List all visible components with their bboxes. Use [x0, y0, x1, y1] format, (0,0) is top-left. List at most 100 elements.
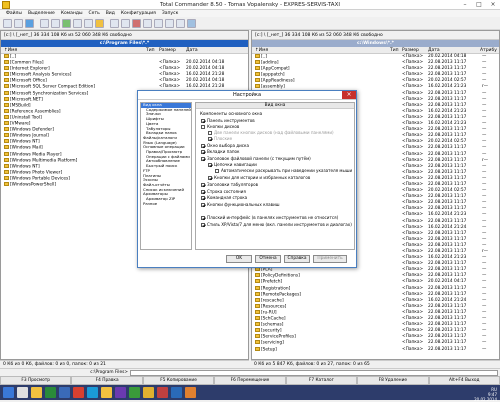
checkbox-icon[interactable]	[201, 144, 205, 148]
fkey-button[interactable]: F3 Просмотр	[0, 376, 72, 385]
checkbox-icon[interactable]	[215, 169, 219, 173]
col-name[interactable]: ↑Имя	[4, 47, 17, 54]
option-checkbox[interactable]: Строка состояния	[201, 189, 246, 194]
taskbar-app-icon[interactable]	[157, 387, 168, 398]
maximize-button[interactable]: □	[472, 0, 486, 10]
taskbar-app-icon[interactable]	[143, 387, 154, 398]
checkbox-icon[interactable]	[201, 216, 205, 220]
col-size[interactable]: Размер	[402, 47, 419, 54]
col-date[interactable]: Дата	[186, 47, 198, 54]
fkey-button[interactable]: F7 Каталог	[285, 376, 358, 385]
menu-item[interactable]: Конфигурация	[121, 10, 156, 17]
taskbar-app-icon[interactable]	[59, 387, 70, 398]
col-ext[interactable]: Тип	[390, 47, 399, 54]
dialog-close-button[interactable]: ×	[342, 91, 356, 99]
option-checkbox[interactable]: Кнопки функциональных клавиш	[201, 202, 280, 207]
option-checkbox[interactable]: Окно выбора диска	[201, 143, 249, 148]
checkbox-icon[interactable]	[201, 183, 205, 187]
taskbar-app-icon[interactable]	[45, 387, 56, 398]
left-path[interactable]: c:\Program Files\*.*	[1, 40, 248, 47]
taskbar-app-icon[interactable]	[171, 387, 182, 398]
toolbar-button-icon[interactable]	[3, 19, 12, 28]
toolbar-button-icon[interactable]	[25, 19, 34, 28]
taskbar-app-icon[interactable]	[101, 387, 112, 398]
option-checkbox[interactable]: Кнопки для истории и избранных каталогов	[208, 175, 310, 180]
menu-item[interactable]: Команды	[61, 10, 83, 17]
col-date[interactable]: Дата	[428, 47, 440, 54]
checkbox-icon[interactable]	[208, 176, 212, 180]
taskbar-app-icon[interactable]	[185, 387, 196, 398]
menu-item[interactable]: Выделение	[28, 10, 55, 17]
fkey-button[interactable]: Alt+F4 Выход	[428, 376, 500, 385]
fkey-button[interactable]: F8 Удаление	[357, 376, 429, 385]
option-checkbox[interactable]: Две панели кнопок дисков (над файловыми …	[208, 130, 334, 135]
option-checkbox[interactable]: Автоматически раскрывать при наведении у…	[215, 168, 352, 173]
col-size[interactable]: Размер	[159, 47, 176, 54]
menu-item[interactable]: Сеть	[89, 10, 100, 17]
right-drive-bar[interactable]: [c:] \ [_нет_] 36 334 108 Кб из 52 060 3…	[252, 31, 499, 40]
help-button[interactable]: Справка	[284, 255, 310, 263]
checkbox-icon[interactable]	[201, 190, 205, 194]
toolbar-button-icon[interactable]	[132, 19, 141, 28]
option-checkbox[interactable]: Командная строка	[201, 195, 247, 200]
col-name[interactable]: ↑Имя	[255, 47, 268, 54]
option-checkbox[interactable]: Плоский интерфейс (в панелях инструменто…	[201, 215, 338, 220]
toolbar-button-icon[interactable]	[121, 19, 130, 28]
taskbar-app-icon[interactable]	[17, 387, 28, 398]
checkbox-icon[interactable]	[208, 131, 212, 135]
checkbox-icon[interactable]	[201, 203, 205, 207]
taskbar-app-icon[interactable]	[73, 387, 84, 398]
apply-button[interactable]: Применить	[313, 255, 347, 263]
checkbox-icon[interactable]	[201, 223, 205, 227]
left-drive-bar[interactable]: [c:] \ [_нет_] 36 334 108 Кб из 52 060 3…	[1, 31, 248, 40]
option-checkbox[interactable]: Плоские	[208, 136, 232, 141]
toolbar-button-icon[interactable]	[165, 19, 174, 28]
checkbox-icon[interactable]	[201, 125, 205, 129]
toolbar-button-icon[interactable]	[73, 19, 82, 28]
menu-item[interactable]: Файлы	[6, 10, 22, 17]
option-checkbox[interactable]: Заголовки табуляторов	[201, 182, 258, 187]
toolbar-button-icon[interactable]	[62, 19, 71, 28]
right-path[interactable]: c:\Windows\*.*	[252, 40, 499, 47]
toolbar-button-icon[interactable]	[154, 19, 163, 28]
col-attr[interactable]: Атрибу	[480, 47, 497, 54]
fkey-button[interactable]: F6 Перемещение	[214, 376, 286, 385]
toolbar-button-icon[interactable]	[40, 19, 49, 28]
option-checkbox[interactable]: Панель инструментов	[201, 118, 255, 123]
checkbox-icon[interactable]	[208, 163, 212, 167]
fkey-button[interactable]: F4 Правка	[71, 376, 143, 385]
checkbox-icon[interactable]	[201, 150, 205, 154]
toolbar-button-icon[interactable]	[51, 19, 60, 28]
toolbar-button-icon[interactable]	[176, 19, 185, 28]
toolbar-button-icon[interactable]	[84, 19, 93, 28]
checkbox-icon[interactable]	[208, 137, 212, 141]
checkbox-icon[interactable]	[201, 119, 205, 123]
toolbar-button-icon[interactable]	[95, 19, 104, 28]
taskbar-app-icon[interactable]	[31, 387, 42, 398]
taskbar-app-icon[interactable]	[87, 387, 98, 398]
minimize-button[interactable]: –	[458, 0, 472, 10]
option-checkbox[interactable]: Вкладки папок	[201, 149, 240, 154]
ok-button[interactable]: OK	[226, 255, 252, 263]
option-checkbox[interactable]: Цепочки навигации	[208, 162, 257, 167]
toolbar-button-icon[interactable]	[110, 19, 119, 28]
toolbar-button-icon[interactable]	[14, 19, 23, 28]
close-button[interactable]: ×	[486, 0, 500, 10]
option-checkbox[interactable]: Заголовок файловой панели (с текущим пут…	[201, 156, 311, 161]
cancel-button[interactable]: Отмена	[255, 255, 281, 263]
fkey-button[interactable]: F5 Копирование	[142, 376, 215, 385]
menu-item[interactable]: Запуск	[162, 10, 178, 17]
file-row[interactable]: [Setup] <Папка> 22.08.2013 11:17 —	[252, 346, 499, 353]
option-checkbox[interactable]: Кнопки дисков	[201, 124, 239, 129]
toolbar-button-icon[interactable]	[143, 19, 152, 28]
taskbar-app-icon[interactable]	[129, 387, 140, 398]
tree-item[interactable]: Разное	[141, 201, 191, 207]
checkbox-icon[interactable]	[201, 157, 205, 161]
taskbar-app-icon[interactable]	[115, 387, 126, 398]
checkbox-icon[interactable]	[201, 196, 205, 200]
toolbar-button-icon[interactable]	[187, 19, 196, 28]
menu-item[interactable]: Вид	[106, 10, 115, 17]
taskbar-app-icon[interactable]	[3, 387, 14, 398]
option-checkbox[interactable]: Стиль XP/Vista/7 для меню (вкл. панели и…	[201, 222, 352, 227]
settings-tree[interactable]: Вид окна Содержимое панелей Значки Шрифты Цв…	[140, 102, 192, 250]
